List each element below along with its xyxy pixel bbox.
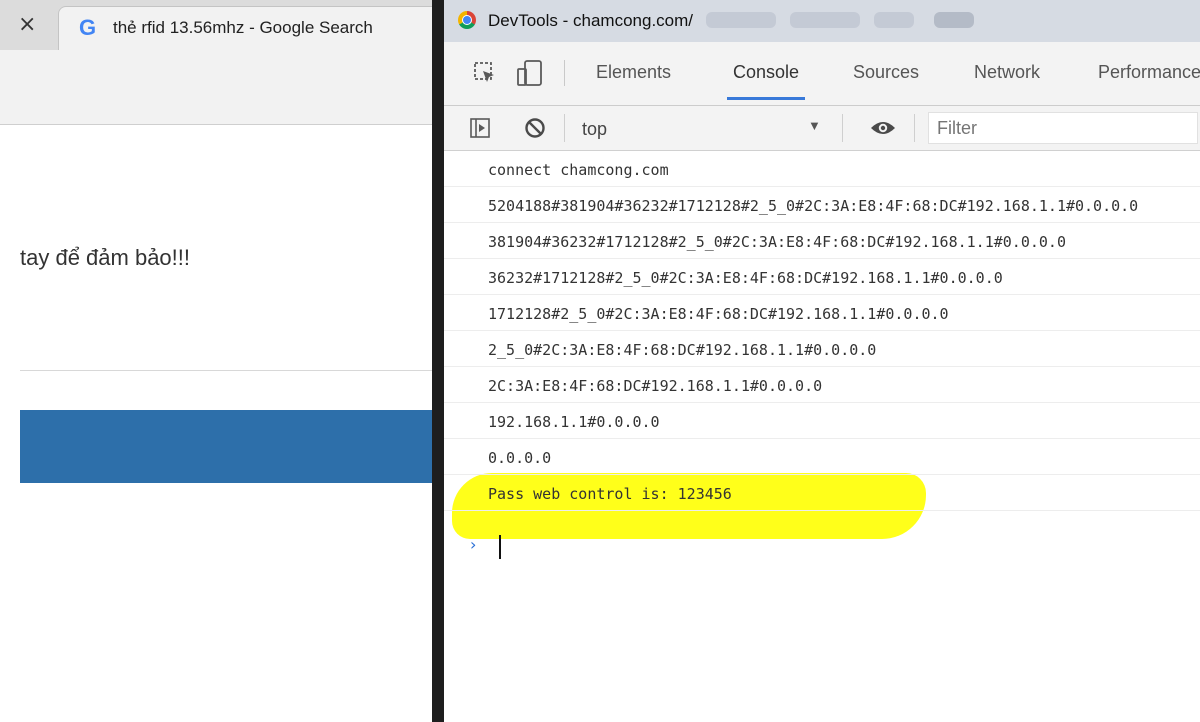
context-selector-value[interactable]: top bbox=[582, 119, 607, 140]
toolbar-separator bbox=[914, 114, 915, 142]
page-text: tay để đảm bảo!!! bbox=[20, 245, 190, 270]
inspect-element-icon[interactable] bbox=[474, 62, 496, 84]
browser-tab-strip: × G thẻ rfid 13.56mhz - Google Search bbox=[0, 0, 432, 51]
google-icon: G bbox=[79, 15, 97, 40]
device-toolbar-icon[interactable] bbox=[516, 59, 544, 87]
titlebar-blur bbox=[706, 12, 776, 28]
tab-network[interactable]: Network bbox=[974, 62, 1040, 83]
browser-tab[interactable]: G thẻ rfid 13.56mhz - Google Search bbox=[58, 6, 432, 51]
toolbar-separator bbox=[564, 114, 565, 142]
console-input-caret[interactable] bbox=[499, 535, 501, 559]
page-divider bbox=[20, 370, 432, 371]
browser-toolbar bbox=[0, 50, 432, 125]
toolbar-separator bbox=[564, 60, 565, 86]
console-log-line: 1712128#2_5_0#2C:3A:E8:4F:68:DC#192.168.… bbox=[444, 295, 1200, 331]
chrome-icon bbox=[458, 11, 476, 29]
devtools-titlebar: DevTools - chamcong.com/ bbox=[444, 0, 1200, 42]
tab-performance[interactable]: Performance bbox=[1098, 62, 1200, 83]
titlebar-blur bbox=[874, 12, 914, 28]
console-prompt-icon: › bbox=[470, 535, 477, 554]
tab-elements[interactable]: Elements bbox=[596, 62, 671, 83]
sidebar-toggle-icon[interactable] bbox=[470, 118, 490, 138]
browser-window: × G thẻ rfid 13.56mhz - Google Search ta… bbox=[0, 0, 432, 722]
console-log-line: connect chamcong.com bbox=[444, 151, 1200, 187]
console-log-line: 381904#36232#1712128#2_5_0#2C:3A:E8:4F:6… bbox=[444, 223, 1200, 259]
console-toolbar: top ▼ bbox=[444, 106, 1200, 151]
chevron-down-icon[interactable]: ▼ bbox=[808, 118, 821, 133]
devtools-tab-bar: Elements Console Sources Network Perform… bbox=[444, 42, 1200, 106]
toolbar-separator bbox=[842, 114, 843, 142]
console-log-line: 2_5_0#2C:3A:E8:4F:68:DC#192.168.1.1#0.0.… bbox=[444, 331, 1200, 367]
console-log-line: 5204188#381904#36232#1712128#2_5_0#2C:3A… bbox=[444, 187, 1200, 223]
console-log-line-highlighted: Pass web control is: 123456 bbox=[444, 475, 1200, 511]
clear-console-icon[interactable] bbox=[524, 117, 546, 139]
browser-tab-title: thẻ rfid 13.56mhz - Google Search bbox=[113, 18, 373, 37]
filter-input[interactable] bbox=[928, 112, 1198, 144]
console-log-line: 36232#1712128#2_5_0#2C:3A:E8:4F:68:DC#19… bbox=[444, 259, 1200, 295]
close-tab-icon[interactable]: × bbox=[18, 12, 36, 37]
devtools-window-title: DevTools - chamcong.com/ bbox=[488, 11, 694, 30]
titlebar-blur bbox=[790, 12, 860, 28]
console-log-line: 0.0.0.0 bbox=[444, 439, 1200, 475]
tab-console[interactable]: Console bbox=[726, 62, 806, 100]
page-banner bbox=[20, 410, 432, 483]
tab-sources[interactable]: Sources bbox=[853, 62, 919, 83]
console-log-line: 2C:3A:E8:4F:68:DC#192.168.1.1#0.0.0.0 bbox=[444, 367, 1200, 403]
titlebar-blur bbox=[934, 12, 974, 28]
console-log-line: 192.168.1.1#0.0.0.0 bbox=[444, 403, 1200, 439]
console-output: connect chamcong.com 5204188#381904#3623… bbox=[444, 151, 1200, 722]
eye-icon[interactable] bbox=[870, 119, 896, 137]
devtools-window: DevTools - chamcong.com/ Elements Consol… bbox=[432, 0, 1200, 722]
